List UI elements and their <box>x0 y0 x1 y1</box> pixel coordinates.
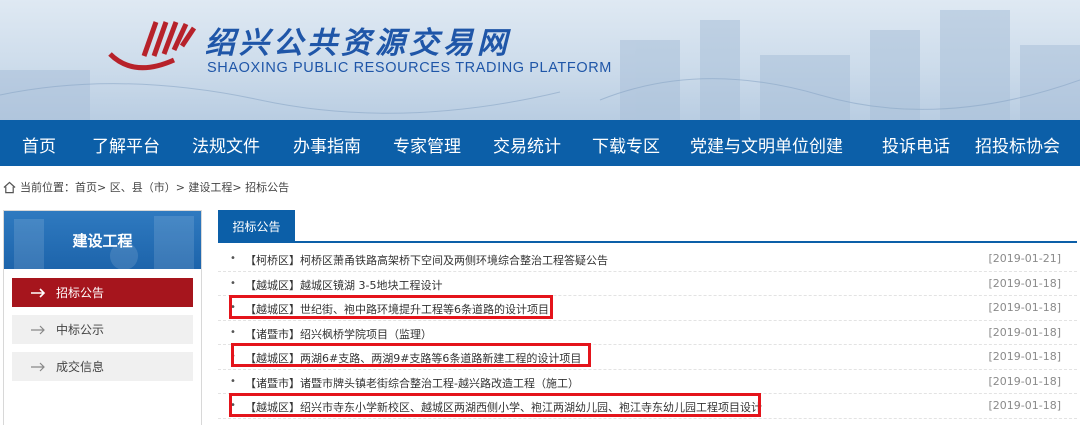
nav-item-experts[interactable]: 专家管理 <box>393 132 461 157</box>
list-item[interactable]: • 【柯桥区】柯桥区萧甬铁路高架桥下空间及两侧环境综合整治工程答疑公告 [201… <box>218 247 1077 272</box>
sidebar: 建设工程 招标公告 中标公示 成交信息 <box>3 210 202 425</box>
bullet-icon: • <box>230 326 236 338</box>
home-icon <box>3 181 16 193</box>
list-item-date: [2019-01-18] <box>988 374 1061 388</box>
list-item[interactable]: • 【诸暨市】诸暨市牌头镇老街综合整治工程-越兴路改造工程（施工） [2019-… <box>218 370 1077 394</box>
nav-item-party[interactable]: 党建与文明单位创建 <box>690 132 843 157</box>
bullet-icon: • <box>230 351 236 362</box>
list-item-title[interactable]: 【越城区】两湖6#支路、两湖9#支路等6条道路新建工程的设计项目 <box>245 350 581 366</box>
list-item[interactable]: • 【越城区】世纪街、袍中路环境提升工程等6条道路的设计项目 [2019-01-… <box>218 296 1077 321</box>
sidebar-heading: 建设工程 <box>4 211 201 269</box>
sidebar-item-label: 成交信息 <box>56 360 105 374</box>
arrow-right-icon <box>31 325 45 334</box>
nav-item-downloads[interactable]: 下载专区 <box>592 132 660 157</box>
bullet-icon: • <box>230 302 236 313</box>
breadcrumb-text[interactable]: 当前位置：首页> 区、县（市）> 建设工程> 招标公告 <box>20 179 289 195</box>
breadcrumb: 当前位置：首页> 区、县（市）> 建设工程> 招标公告 <box>3 179 289 195</box>
sidebar-item-deal-info[interactable]: 成交信息 <box>12 352 193 381</box>
nav-item-guide[interactable]: 办事指南 <box>293 132 361 157</box>
arrow-right-icon <box>31 287 46 298</box>
announcement-panel: 招标公告 • 【柯桥区】柯桥区萧甬铁路高架桥下空间及两侧环境综合整治工程答疑公告… <box>218 210 1077 425</box>
nav-item-regulations[interactable]: 法规文件 <box>192 132 260 157</box>
nav-item-about[interactable]: 了解平台 <box>92 132 160 157</box>
list-item-title[interactable]: 【诸暨市】诸暨市牌头镇老街综合整治工程-越兴路改造工程（施工） <box>245 375 579 391</box>
nav-item-home[interactable]: 首页 <box>22 132 56 157</box>
nav-item-complaints[interactable]: 投诉电话 <box>882 132 950 157</box>
list-item-date: [2019-01-18] <box>988 301 1061 314</box>
list-item[interactable]: • 【越城区】两湖6#支路、两湖9#支路等6条道路新建工程的设计项目 [2019… <box>218 345 1077 370</box>
tab-bid-announcement[interactable]: 招标公告 <box>218 210 295 243</box>
site-title-en: SHAOXING PUBLIC RESOURCES TRADING PLATFO… <box>207 60 612 76</box>
list-item[interactable]: • 【越城区】绍兴市寺东小学新校区、越城区两湖西侧小学、袍江两湖幼儿园、袍江寺东… <box>218 394 1077 419</box>
nav-item-association[interactable]: 招投标协会 <box>975 132 1060 157</box>
sidebar-item-award-notice[interactable]: 中标公示 <box>12 315 193 344</box>
sidebar-heading-label: 建设工程 <box>72 231 133 250</box>
list-item[interactable]: • 【越城区】越城区镜湖 3-5地块工程设计 [2019-01-18] <box>218 272 1077 296</box>
list-item-date: [2019-01-21] <box>988 252 1061 265</box>
list-item-title[interactable]: 【越城区】绍兴市寺东小学新校区、越城区两湖西侧小学、袍江两湖幼儿园、袍江寺东幼儿… <box>245 399 762 415</box>
list-item-date: [2019-01-18] <box>988 350 1061 363</box>
list-item-date: [2019-01-18] <box>988 276 1061 290</box>
sidebar-item-label: 招标公告 <box>56 286 105 300</box>
bullet-icon: • <box>230 400 236 411</box>
sidebar-item-bid-announcement[interactable]: 招标公告 <box>12 278 193 307</box>
list-item-title[interactable]: 【越城区】世纪街、袍中路环境提升工程等6条道路的设计项目 <box>245 301 549 317</box>
nav-item-statistics[interactable]: 交易统计 <box>493 132 561 157</box>
site-title-cn: 绍兴公共资源交易网 <box>205 26 511 61</box>
tab-bar: 招标公告 <box>218 210 1077 243</box>
header-banner: 绍兴公共资源交易网 SHAOXING PUBLIC RESOURCES TRAD… <box>0 0 1080 120</box>
list-item-title[interactable]: 【柯桥区】柯桥区萧甬铁路高架桥下空间及两侧环境综合整治工程答疑公告 <box>245 252 608 268</box>
list-item[interactable]: • 【诸暨市】绍兴枫桥学院项目（监理） [2019-01-18] <box>218 321 1077 345</box>
main-nav: 首页 了解平台 法规文件 办事指南 专家管理 交易统计 下载专区 党建与文明单位… <box>0 120 1080 166</box>
bullet-icon: • <box>230 277 236 289</box>
list-item-date: [2019-01-18] <box>988 399 1061 412</box>
list-item-date: [2019-01-18] <box>988 325 1061 339</box>
sidebar-item-label: 中标公示 <box>56 323 105 337</box>
list-item-title[interactable]: 【诸暨市】绍兴枫桥学院项目（监理） <box>245 326 432 342</box>
bullet-icon: • <box>230 375 236 387</box>
site-logo[interactable] <box>104 16 200 78</box>
arrow-right-icon <box>31 362 45 371</box>
list-item-title[interactable]: 【越城区】越城区镜湖 3-5地块工程设计 <box>245 277 442 293</box>
bullet-icon: • <box>230 253 236 264</box>
